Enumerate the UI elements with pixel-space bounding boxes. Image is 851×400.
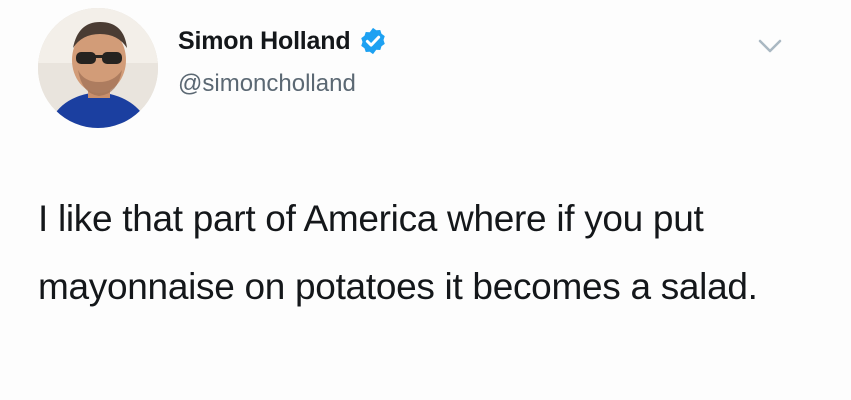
verified-badge-icon <box>358 26 388 56</box>
chevron-down-icon[interactable] <box>755 34 785 58</box>
author-handle[interactable]: @simoncholland <box>178 70 356 98</box>
avatar-photo <box>38 8 158 128</box>
tweet-text: I like that part of America where if you… <box>38 198 758 307</box>
author-name-row: Simon Holland <box>178 26 388 56</box>
tweet-card: Simon Holland @simoncholland I like that… <box>0 0 851 400</box>
author-avatar[interactable] <box>38 8 158 128</box>
author-display-name[interactable]: Simon Holland <box>178 27 351 56</box>
